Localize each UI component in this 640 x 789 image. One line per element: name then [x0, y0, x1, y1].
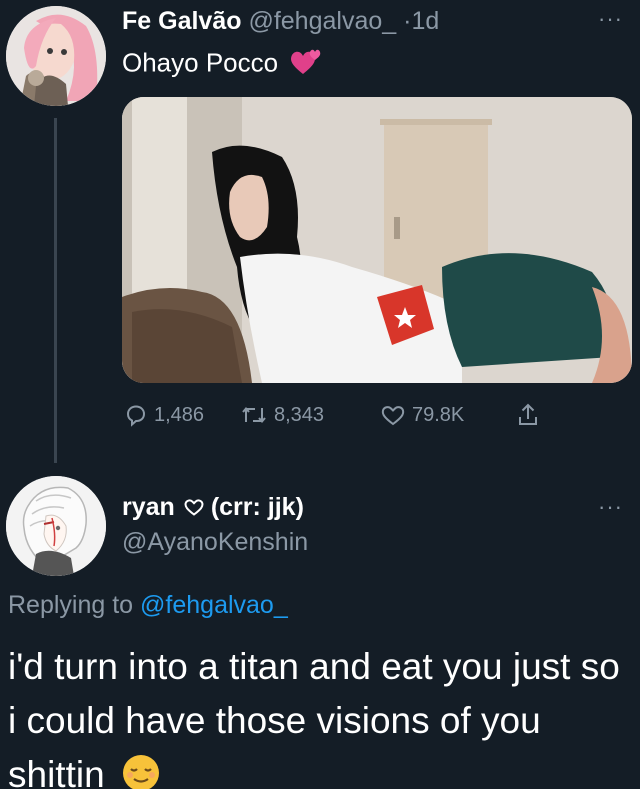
reply-count: 1,486	[154, 403, 205, 426]
reply-avatar[interactable]	[6, 476, 106, 576]
thread-line	[54, 118, 57, 463]
reply-name-text: ryan	[122, 493, 175, 521]
handle[interactable]: @fehgalvao_	[248, 7, 396, 35]
avatar-image	[6, 6, 106, 106]
two-hearts-icon	[289, 46, 323, 83]
tweet-text-content: Ohayo Pocco	[122, 47, 279, 78]
tweet-text: Ohayo Pocco	[122, 46, 323, 83]
share-button[interactable]	[516, 398, 546, 432]
more-options-icon[interactable]: ···	[598, 8, 623, 30]
reply-avatar-image	[6, 476, 106, 576]
tweet-photo[interactable]	[122, 97, 632, 383]
reply-button[interactable]: 1,486	[124, 398, 204, 432]
retweet-button[interactable]: 8,343	[240, 398, 324, 432]
photo-image	[122, 97, 632, 383]
heart-icon	[381, 406, 405, 426]
reply-text-content: i'd turn into a titan and eat you just s…	[8, 646, 620, 789]
tweet-actions: 1,486 8,343 79.8K	[122, 398, 632, 432]
relieved-face-icon	[121, 753, 161, 789]
replying-prefix: Replying to	[8, 591, 134, 619]
tweet-header: Fe Galvão @fehgalvao_ ·1d	[122, 6, 439, 36]
share-icon	[519, 403, 537, 425]
reply-text: i'd turn into a titan and eat you just s…	[8, 640, 638, 789]
retweet-icon	[242, 406, 266, 424]
reply-display-name[interactable]: ryan (crr: jjk)	[122, 492, 304, 522]
reply-name-suffix: (crr: jjk)	[210, 493, 304, 521]
replying-to: Replying to @fehgalvao_	[8, 590, 288, 620]
replying-to-link[interactable]: @fehgalvao_	[140, 591, 288, 619]
avatar[interactable]	[6, 6, 106, 106]
like-button[interactable]: 79.8K	[380, 398, 464, 432]
timestamp[interactable]: 1d	[411, 7, 439, 35]
tweet-thread: Fe Galvão @fehgalvao_ ·1d ··· Ohayo Pocc…	[0, 0, 640, 789]
display-name[interactable]: Fe Galvão	[122, 7, 242, 35]
heart-outline-icon	[184, 499, 204, 516]
retweet-count: 8,343	[274, 403, 325, 426]
like-count: 79.8K	[412, 403, 465, 426]
reply-more-options-icon[interactable]: ···	[598, 496, 623, 518]
reply-icon	[126, 405, 146, 427]
reply-handle[interactable]: @AyanoKenshin	[122, 527, 308, 557]
